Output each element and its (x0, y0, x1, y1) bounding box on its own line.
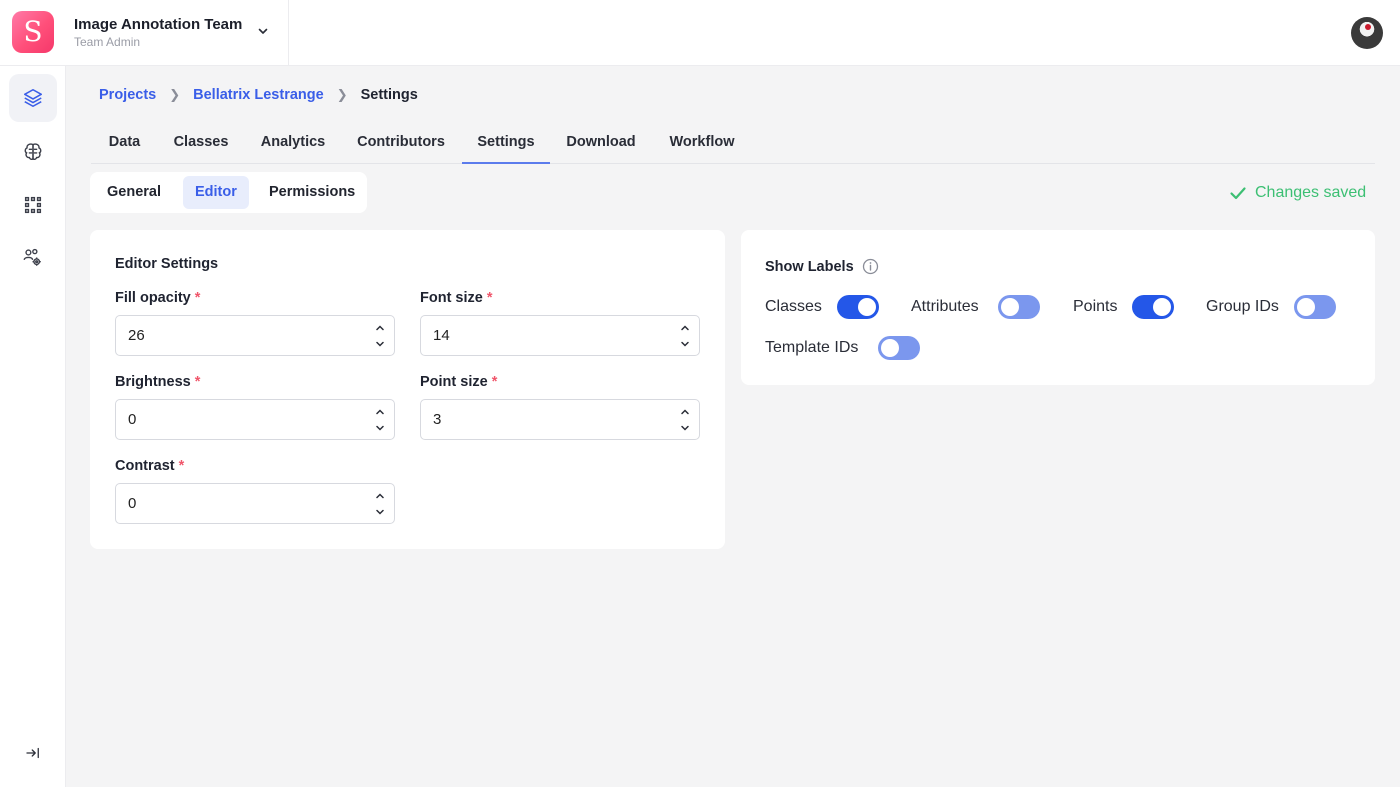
team-switcher[interactable]: Image Annotation Team Team Admin (66, 0, 289, 66)
collapse-sidebar-icon (26, 747, 39, 759)
chevron-up-icon[interactable] (374, 322, 386, 334)
fill-opacity-input[interactable]: 26 (115, 315, 395, 356)
number-stepper[interactable] (679, 406, 691, 434)
left-sidebar (0, 66, 66, 787)
chevron-right-icon: ❯ (336, 87, 348, 102)
point-size-label: Point size * (420, 374, 497, 390)
required-mark: * (178, 458, 185, 474)
app-logo[interactable]: S (12, 11, 54, 53)
team-role: Team Admin (74, 35, 141, 49)
contrast-input[interactable]: 0 (115, 483, 395, 524)
toggle-label-classes: Classes (765, 298, 822, 315)
tab-contributors[interactable]: Contributors (349, 122, 453, 164)
contrast-value: 0 (128, 495, 137, 512)
fill-opacity-label: Fill opacity * (115, 290, 200, 306)
tab-workflow[interactable]: Workflow (658, 122, 746, 164)
required-mark: * (194, 374, 201, 390)
toggle-label-group-ids: Group IDs (1206, 298, 1279, 315)
contrast-label-text: Contrast (115, 458, 175, 474)
subtab-permissions[interactable]: Permissions (257, 176, 367, 209)
toggle-group-ids[interactable] (1294, 295, 1336, 319)
toggle-points[interactable] (1132, 295, 1174, 319)
number-stepper[interactable] (374, 322, 386, 350)
chevron-right-icon: ❯ (169, 87, 181, 102)
chevron-down-icon[interactable] (374, 506, 386, 518)
show-labels-title: Show Labels (765, 259, 854, 275)
brightness-value: 0 (128, 411, 137, 428)
breadcrumb-projects[interactable]: Projects (99, 87, 156, 103)
chevron-up-icon[interactable] (374, 406, 386, 418)
brightness-label: Brightness * (115, 374, 200, 390)
tab-download[interactable]: Download (557, 122, 645, 164)
subtab-editor[interactable]: Editor (183, 176, 249, 209)
chevron-up-icon[interactable] (679, 322, 691, 334)
chevron-up-icon[interactable] (679, 406, 691, 418)
breadcrumb-current: Settings (360, 87, 418, 103)
required-mark: * (486, 290, 493, 306)
team-name: Image Annotation Team (74, 16, 243, 33)
subtab-general[interactable]: General (95, 176, 173, 209)
tab-classes[interactable]: Classes (164, 122, 238, 164)
chevron-down-icon[interactable] (679, 422, 691, 434)
brightness-label-text: Brightness (115, 374, 191, 390)
toggle-attributes[interactable] (998, 295, 1040, 319)
number-stepper[interactable] (679, 322, 691, 350)
toggle-template-ids[interactable] (878, 336, 920, 360)
sidebar-item-models[interactable] (9, 128, 57, 176)
info-icon[interactable] (862, 258, 879, 275)
point-size-input[interactable]: 3 (420, 399, 700, 440)
save-status-text: Changes saved (1255, 184, 1367, 201)
settings-subtabs: General Editor Permissions (90, 172, 367, 213)
sidebar-item-workflows[interactable] (9, 181, 57, 229)
chevron-down-icon[interactable] (679, 338, 691, 350)
sidebar-item-projects[interactable] (9, 74, 57, 122)
breadcrumb-project[interactable]: Bellatrix Lestrange (193, 87, 324, 103)
toggle-label-points: Points (1073, 298, 1118, 315)
chevron-down-icon[interactable] (374, 338, 386, 350)
font-size-input[interactable]: 14 (420, 315, 700, 356)
users-settings-icon (23, 248, 41, 266)
top-bar: S Image Annotation Team Team Admin (0, 0, 1400, 66)
chevron-down-icon[interactable] (374, 422, 386, 434)
font-size-label: Font size * (420, 290, 493, 306)
required-mark: * (194, 290, 201, 306)
save-status: Changes saved (1229, 184, 1366, 202)
grid-icon (24, 196, 42, 214)
number-stepper[interactable] (374, 490, 386, 518)
toggle-label-template-ids: Template IDs (765, 339, 859, 356)
fill-opacity-value: 26 (128, 327, 145, 344)
check-icon (1230, 187, 1246, 200)
show-labels-card: Show Labels Classes Attributes Points Gr… (741, 230, 1375, 385)
font-size-label-text: Font size (420, 290, 483, 306)
required-mark: * (491, 374, 498, 390)
toggle-classes[interactable] (837, 295, 879, 319)
toggle-label-attributes: Attributes (911, 298, 979, 315)
project-tabs: Data Classes Analytics Contributors Sett… (91, 122, 1375, 164)
chevron-down-icon (258, 28, 268, 34)
tab-data[interactable]: Data (91, 122, 158, 164)
point-size-value: 3 (433, 411, 442, 428)
layers-icon (23, 88, 43, 108)
point-size-label-text: Point size (420, 374, 488, 390)
editor-settings-card: Editor Settings Fill opacity * 26 Font si… (90, 230, 725, 549)
font-size-value: 14 (433, 327, 450, 344)
collapse-sidebar-button[interactable] (9, 729, 57, 777)
sidebar-item-team-settings[interactable] (9, 234, 57, 282)
tab-analytics[interactable]: Analytics (251, 122, 335, 164)
brightness-input[interactable]: 0 (115, 399, 395, 440)
fill-opacity-label-text: Fill opacity (115, 290, 191, 306)
brain-icon (24, 143, 42, 161)
tab-settings[interactable]: Settings (462, 122, 550, 164)
breadcrumb: Projects ❯ Bellatrix Lestrange ❯ Setting… (99, 86, 418, 104)
contrast-label: Contrast * (115, 458, 184, 474)
user-avatar[interactable] (1351, 17, 1383, 49)
chevron-up-icon[interactable] (374, 490, 386, 502)
editor-settings-title: Editor Settings (115, 256, 219, 272)
number-stepper[interactable] (374, 406, 386, 434)
